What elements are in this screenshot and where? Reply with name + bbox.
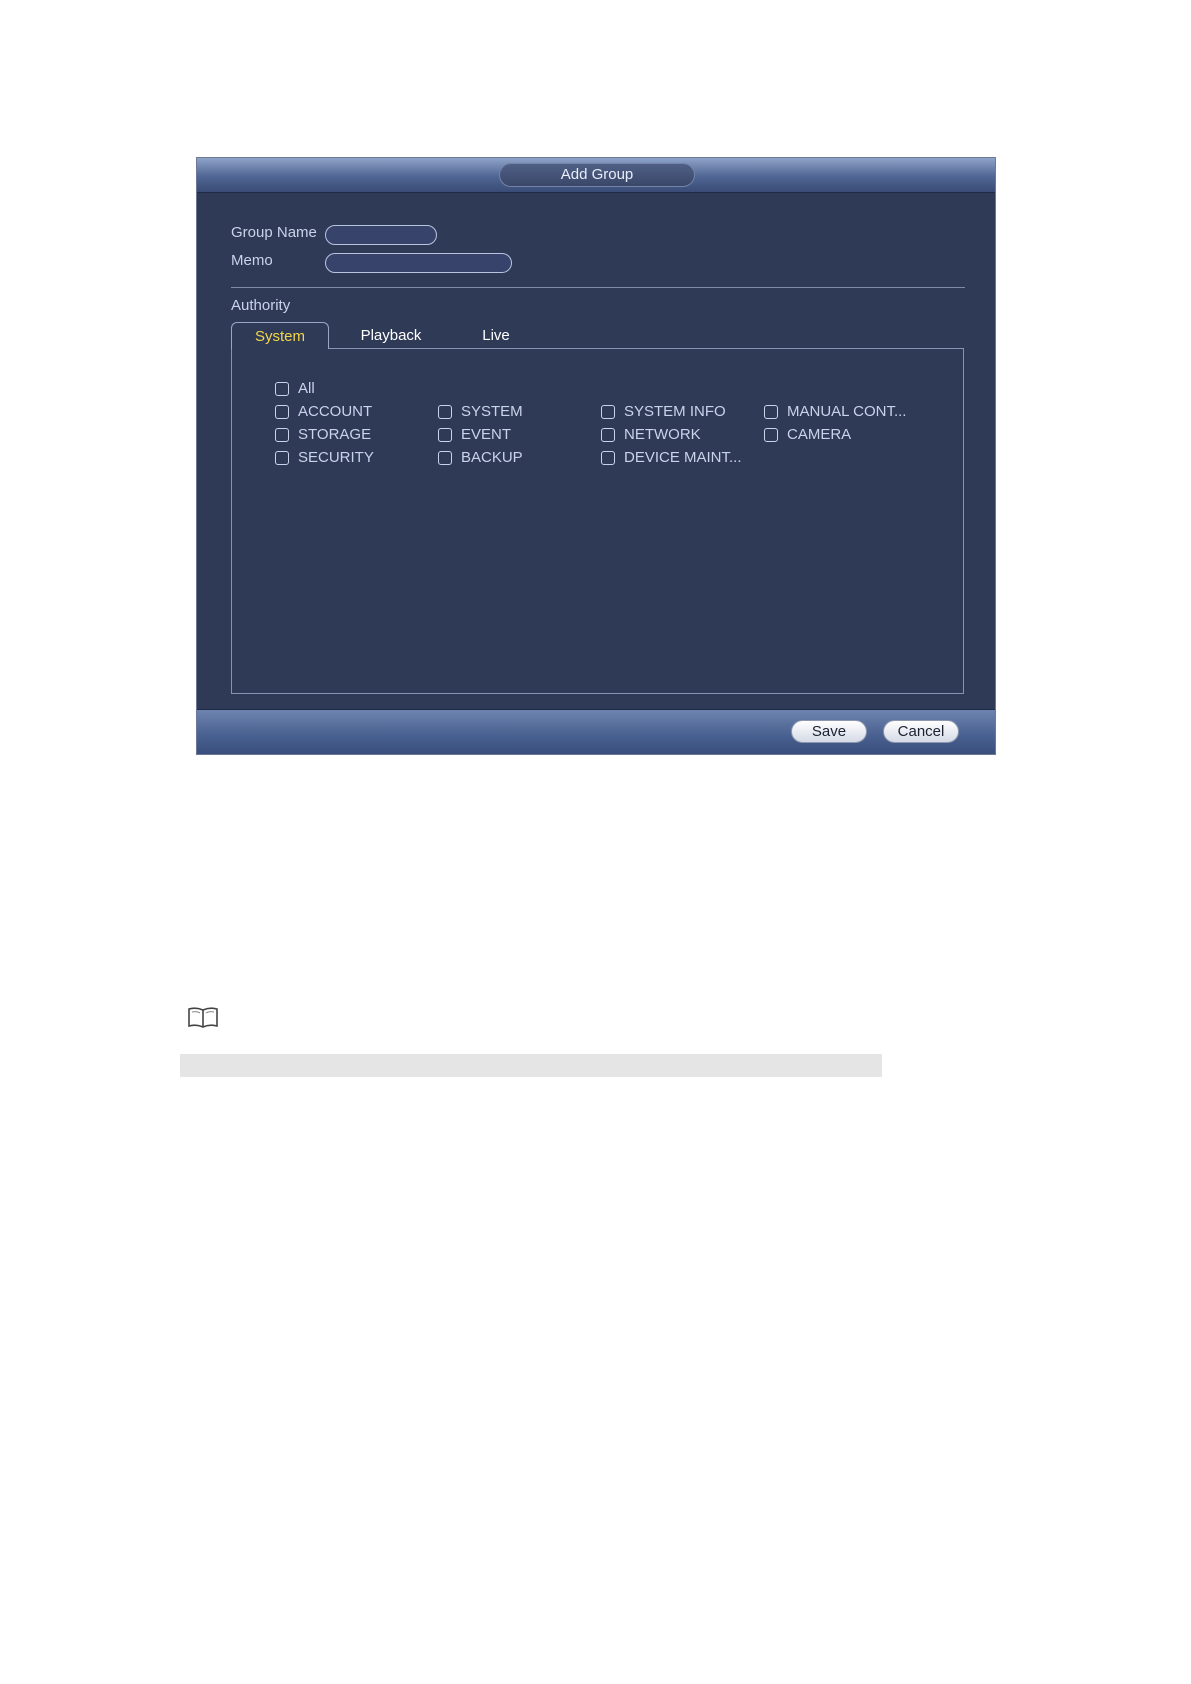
checkbox-event[interactable]: EVENT — [438, 426, 511, 443]
checkbox-label: ACCOUNT — [298, 403, 373, 420]
note-bar — [180, 1054, 882, 1077]
checkbox-backup[interactable]: BACKUP — [438, 449, 523, 466]
checkbox-security[interactable]: SECURITY — [275, 449, 374, 466]
checkbox-network[interactable]: NETWORK — [601, 426, 701, 443]
checkbox-manual-cont[interactable]: MANUAL CONT... — [764, 403, 906, 420]
add-group-dialog: Add Group Group Name Memo Authority Syst… — [196, 157, 996, 755]
checkbox-label: All — [298, 380, 315, 397]
checkbox-system[interactable]: SYSTEM — [438, 403, 523, 420]
group-name-input[interactable] — [325, 225, 437, 245]
checkbox-camera[interactable]: CAMERA — [764, 426, 851, 443]
checkbox-device-maint[interactable]: DEVICE MAINT... — [601, 449, 742, 466]
checkbox-box[interactable] — [438, 427, 452, 442]
checkbox-label: STORAGE — [298, 426, 372, 443]
checkbox-system-info[interactable]: SYSTEM INFO — [601, 403, 726, 420]
checkbox-label: BACKUP — [461, 449, 523, 466]
memo-input[interactable] — [325, 253, 512, 273]
checkbox-label: CAMERA — [787, 426, 852, 443]
dialog-titlebar: Add Group — [197, 158, 995, 193]
authority-panel — [231, 348, 964, 694]
checkbox-box[interactable] — [764, 404, 778, 419]
checkbox-label: SYSTEM INFO — [624, 403, 726, 420]
tab-system[interactable]: System — [231, 322, 329, 349]
checkbox-box[interactable] — [275, 404, 289, 419]
cancel-button[interactable]: Cancel — [883, 720, 959, 743]
checkbox-label: MANUAL CONT... — [787, 403, 907, 420]
book-icon — [188, 1007, 218, 1028]
checkbox-box[interactable] — [601, 404, 615, 419]
checkbox-storage[interactable]: STORAGE — [275, 426, 371, 443]
checkbox-box[interactable] — [275, 427, 289, 442]
checkbox-box[interactable] — [601, 427, 615, 442]
checkbox-label: NETWORK — [624, 426, 701, 443]
checkbox-box[interactable] — [601, 450, 615, 465]
authority-label: Authority — [231, 297, 291, 314]
dialog-button-bar: Save Cancel — [197, 709, 995, 754]
memo-label: Memo — [231, 252, 273, 269]
save-button[interactable]: Save — [791, 720, 867, 743]
checkbox-box[interactable] — [438, 404, 452, 419]
checkbox-box[interactable] — [275, 450, 289, 465]
checkbox-account[interactable]: ACCOUNT — [275, 403, 372, 420]
checkbox-label: SECURITY — [298, 449, 374, 466]
checkbox-label: SYSTEM — [461, 403, 523, 420]
tab-live[interactable]: Live — [447, 322, 545, 349]
group-name-label: Group Name — [231, 224, 317, 241]
checkbox-box[interactable] — [275, 381, 289, 396]
checkbox-box[interactable] — [438, 450, 452, 465]
checkbox-label: DEVICE MAINT... — [624, 449, 742, 466]
dialog-title: Add Group — [499, 163, 695, 187]
section-divider — [231, 287, 965, 288]
tab-playback[interactable]: Playback — [342, 322, 440, 349]
checkbox-box[interactable] — [764, 427, 778, 442]
checkbox-all[interactable]: All — [275, 380, 315, 397]
checkbox-label: EVENT — [461, 426, 512, 443]
